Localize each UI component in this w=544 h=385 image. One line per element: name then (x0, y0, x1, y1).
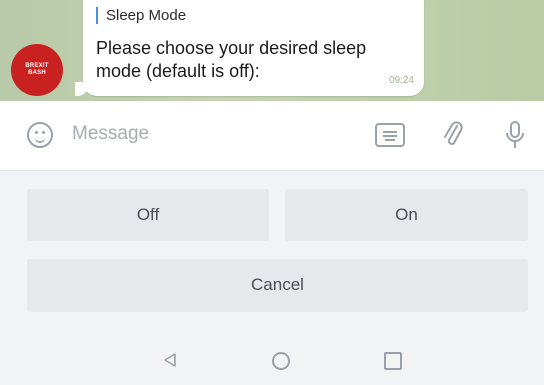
message-time: 09:24 (388, 75, 414, 86)
on-button[interactable]: On (285, 189, 528, 240)
message-input-bar: Message (0, 101, 544, 171)
off-button[interactable]: Off (27, 189, 269, 240)
home-circle-icon[interactable] (272, 352, 290, 370)
back-triangle-icon[interactable] (162, 352, 178, 368)
avatar[interactable]: BREXIT BASH (11, 44, 63, 96)
message-input[interactable]: Message (72, 123, 149, 145)
avatar-text: BREXIT BASH (25, 63, 49, 76)
message-text: Please choose your desired sleep mode (d… (96, 38, 367, 81)
message-bubble[interactable]: Sleep Mode Please choose your desired sl… (75, 0, 424, 96)
recent-square-icon[interactable] (384, 352, 402, 370)
cancel-button[interactable]: Cancel (27, 259, 528, 311)
reply-header: Sleep Mode (96, 7, 186, 24)
emoji-icon[interactable] (27, 122, 53, 148)
bubble-tail (75, 82, 89, 96)
microphone-icon[interactable] (504, 119, 526, 151)
paperclip-icon[interactable] (442, 119, 464, 151)
keyboard-icon[interactable] (375, 123, 405, 147)
chat-background: BREXIT BASH Sleep Mode Please choose you… (0, 0, 544, 101)
reply-keyboard: Off On Cancel (0, 171, 544, 385)
